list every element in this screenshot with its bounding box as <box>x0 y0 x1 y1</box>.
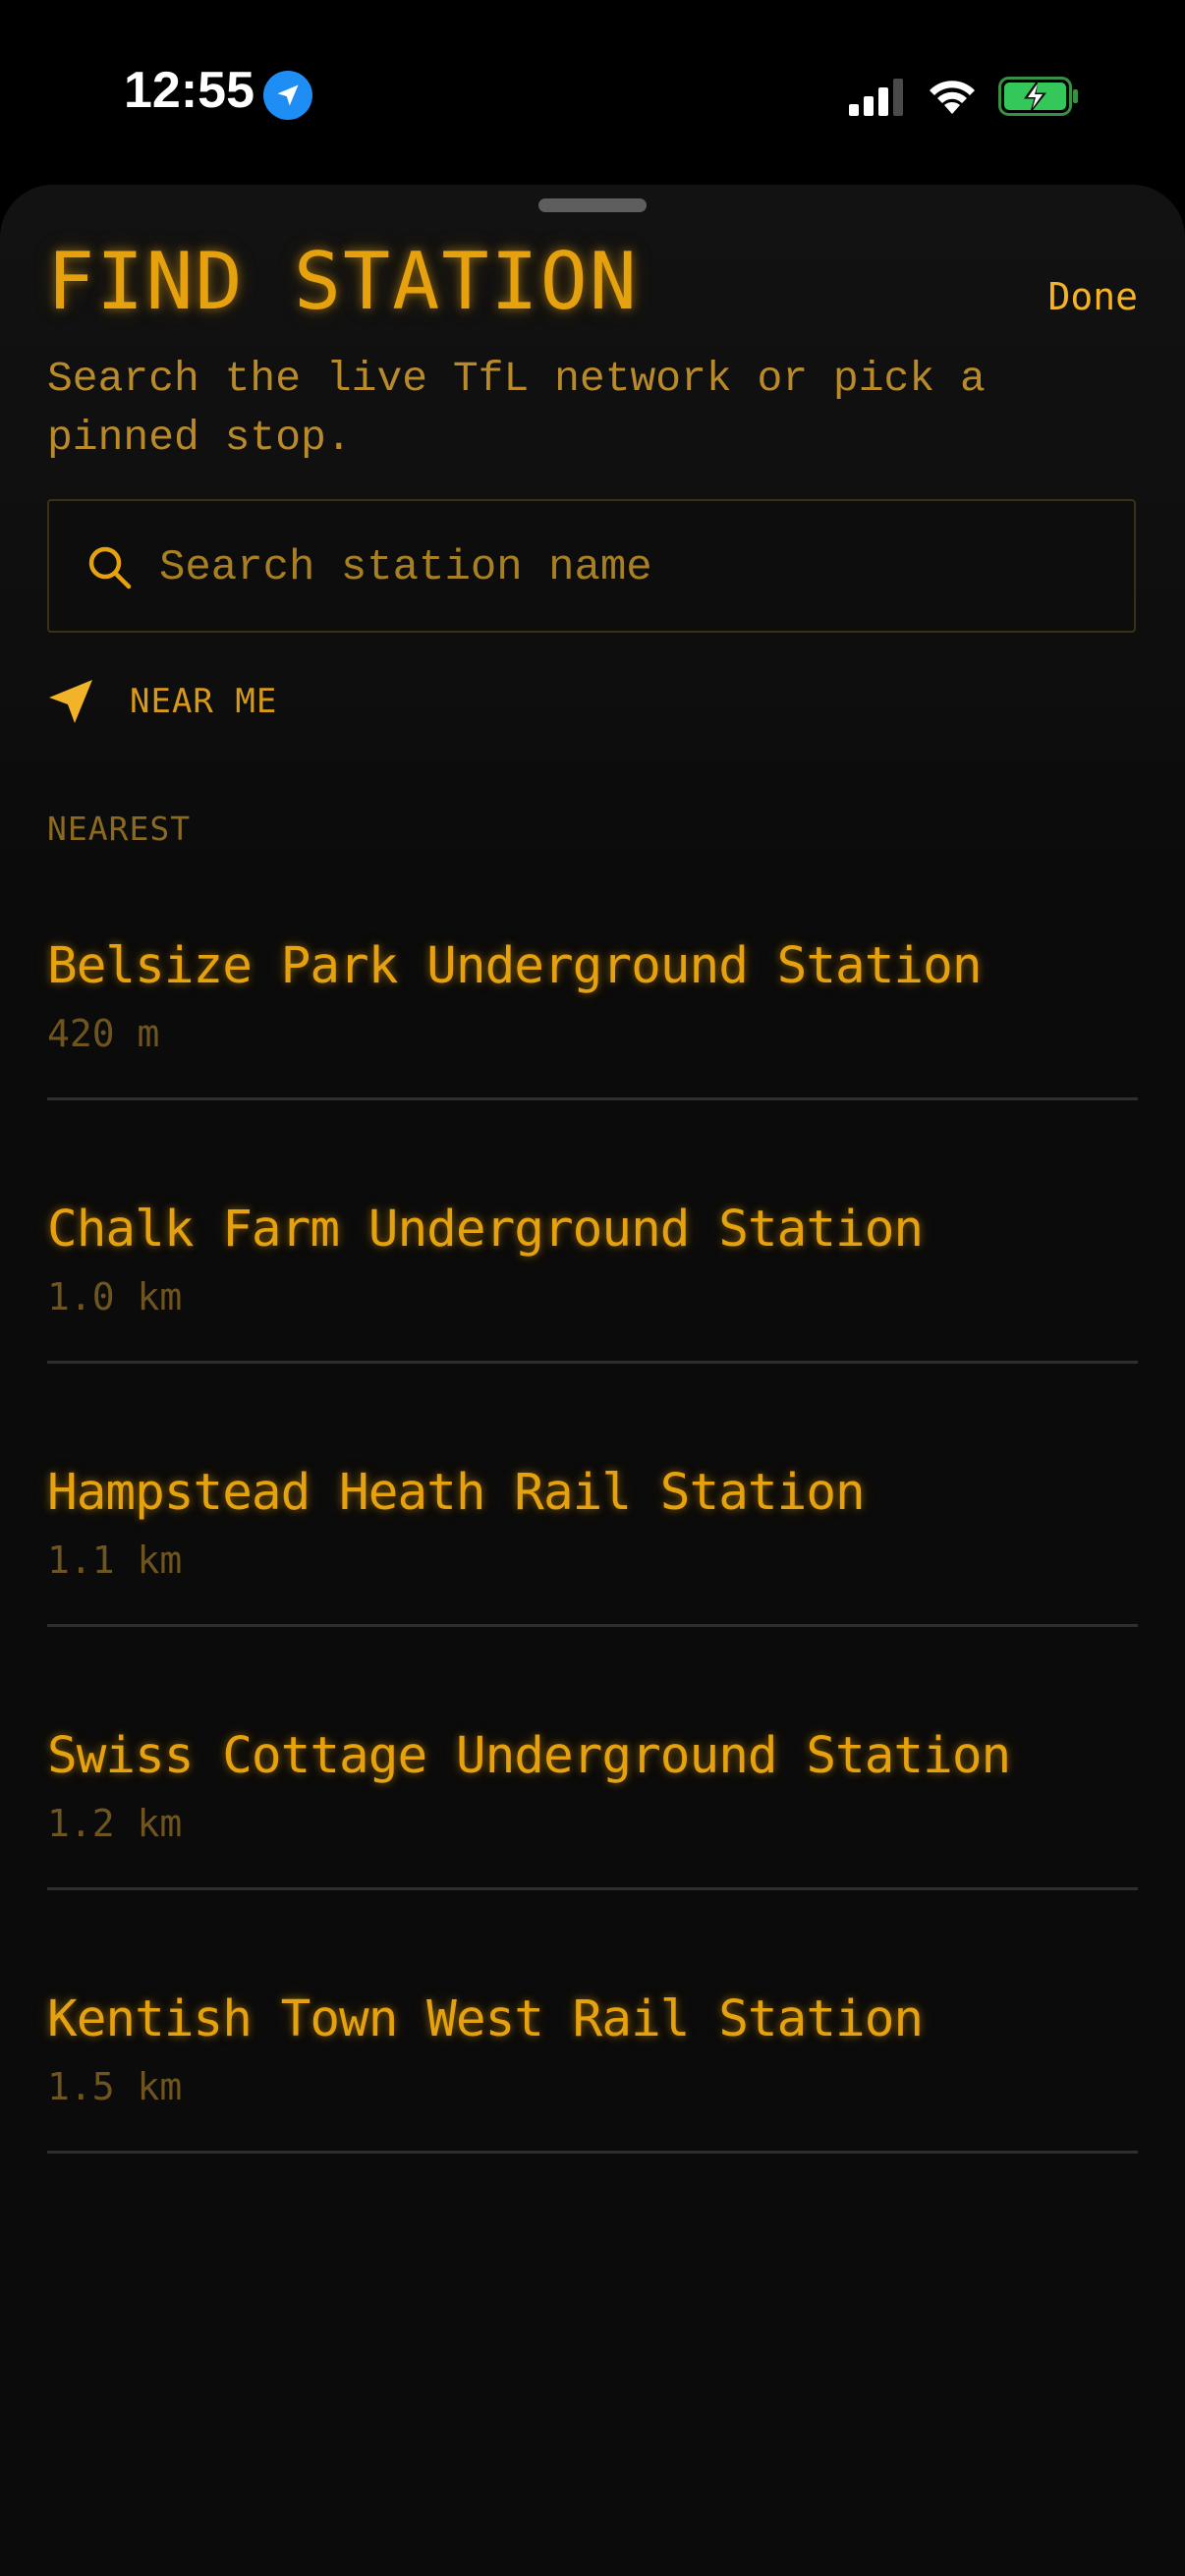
location-arrow-icon <box>263 71 312 120</box>
search-field[interactable] <box>47 499 1136 633</box>
station-distance: 1.0 km <box>47 1275 183 1318</box>
station-distance: 1.2 km <box>47 1802 183 1845</box>
station-name: Swiss Cottage Underground Station <box>47 1727 1011 1785</box>
search-icon <box>88 546 132 589</box>
station-name: Kentish Town West Rail Station <box>47 1990 924 2048</box>
wifi-icon <box>930 81 975 114</box>
station-row[interactable]: Chalk Farm Underground Station 1.0 km <box>47 1100 1138 1364</box>
station-distance: 420 m <box>47 1012 160 1055</box>
station-distance: 1.1 km <box>47 1539 183 1582</box>
status-bar: 12:55 <box>0 0 1185 187</box>
sheet-grabber[interactable] <box>538 198 647 212</box>
station-name: Chalk Farm Underground Station <box>47 1201 924 1259</box>
section-header-nearest: NEAREST <box>47 810 192 848</box>
station-row[interactable]: Kentish Town West Rail Station 1.5 km <box>47 1890 1138 2154</box>
cellular-signal-icon <box>849 79 903 116</box>
station-row[interactable]: Swiss Cottage Underground Station 1.2 km <box>47 1627 1138 1890</box>
station-name: Belsize Park Underground Station <box>47 937 983 995</box>
search-input[interactable] <box>157 531 1104 605</box>
status-time: 12:55 <box>124 62 254 119</box>
sheet-subtitle: Search the live TfL network or pick a pi… <box>47 355 986 462</box>
done-button[interactable]: Done <box>1047 275 1138 318</box>
near-me-label: NEAR ME <box>130 682 278 721</box>
find-station-sheet: FIND STATION Done Search the live TfL ne… <box>0 185 1185 2576</box>
station-name: Hampstead Heath Rail Station <box>47 1464 866 1522</box>
sheet-title: FIND STATION <box>47 236 639 327</box>
station-distance: 1.5 km <box>47 2065 183 2108</box>
battery-charging-icon <box>998 77 1078 116</box>
station-row[interactable]: Hampstead Heath Rail Station 1.1 km <box>47 1364 1138 1627</box>
station-row[interactable]: Belsize Park Underground Station 420 m <box>47 904 1138 1100</box>
location-arrow-icon <box>49 680 92 723</box>
near-me-button[interactable]: NEAR ME <box>47 672 277 731</box>
station-list: Belsize Park Underground Station 420 m C… <box>47 904 1138 2154</box>
